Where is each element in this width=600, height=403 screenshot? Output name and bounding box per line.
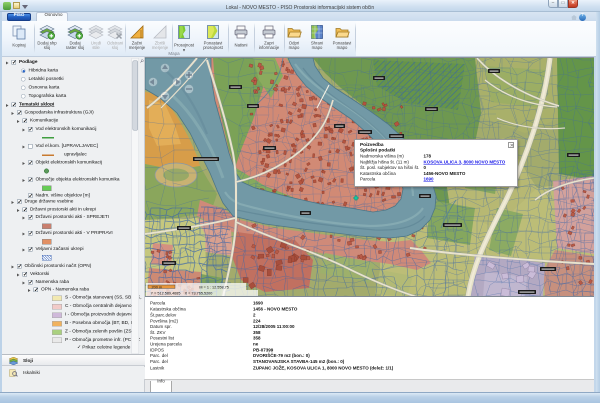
svg-text:200 m: 200 m — [152, 285, 162, 289]
svg-text:M = 1 : 12.558,75: M = 1 : 12.558,75 — [199, 285, 228, 289]
svg-text:Y = 512.589,4685 X = 73.765: Y = 512.589,4685 X = 73.765,5200 — [151, 292, 213, 296]
